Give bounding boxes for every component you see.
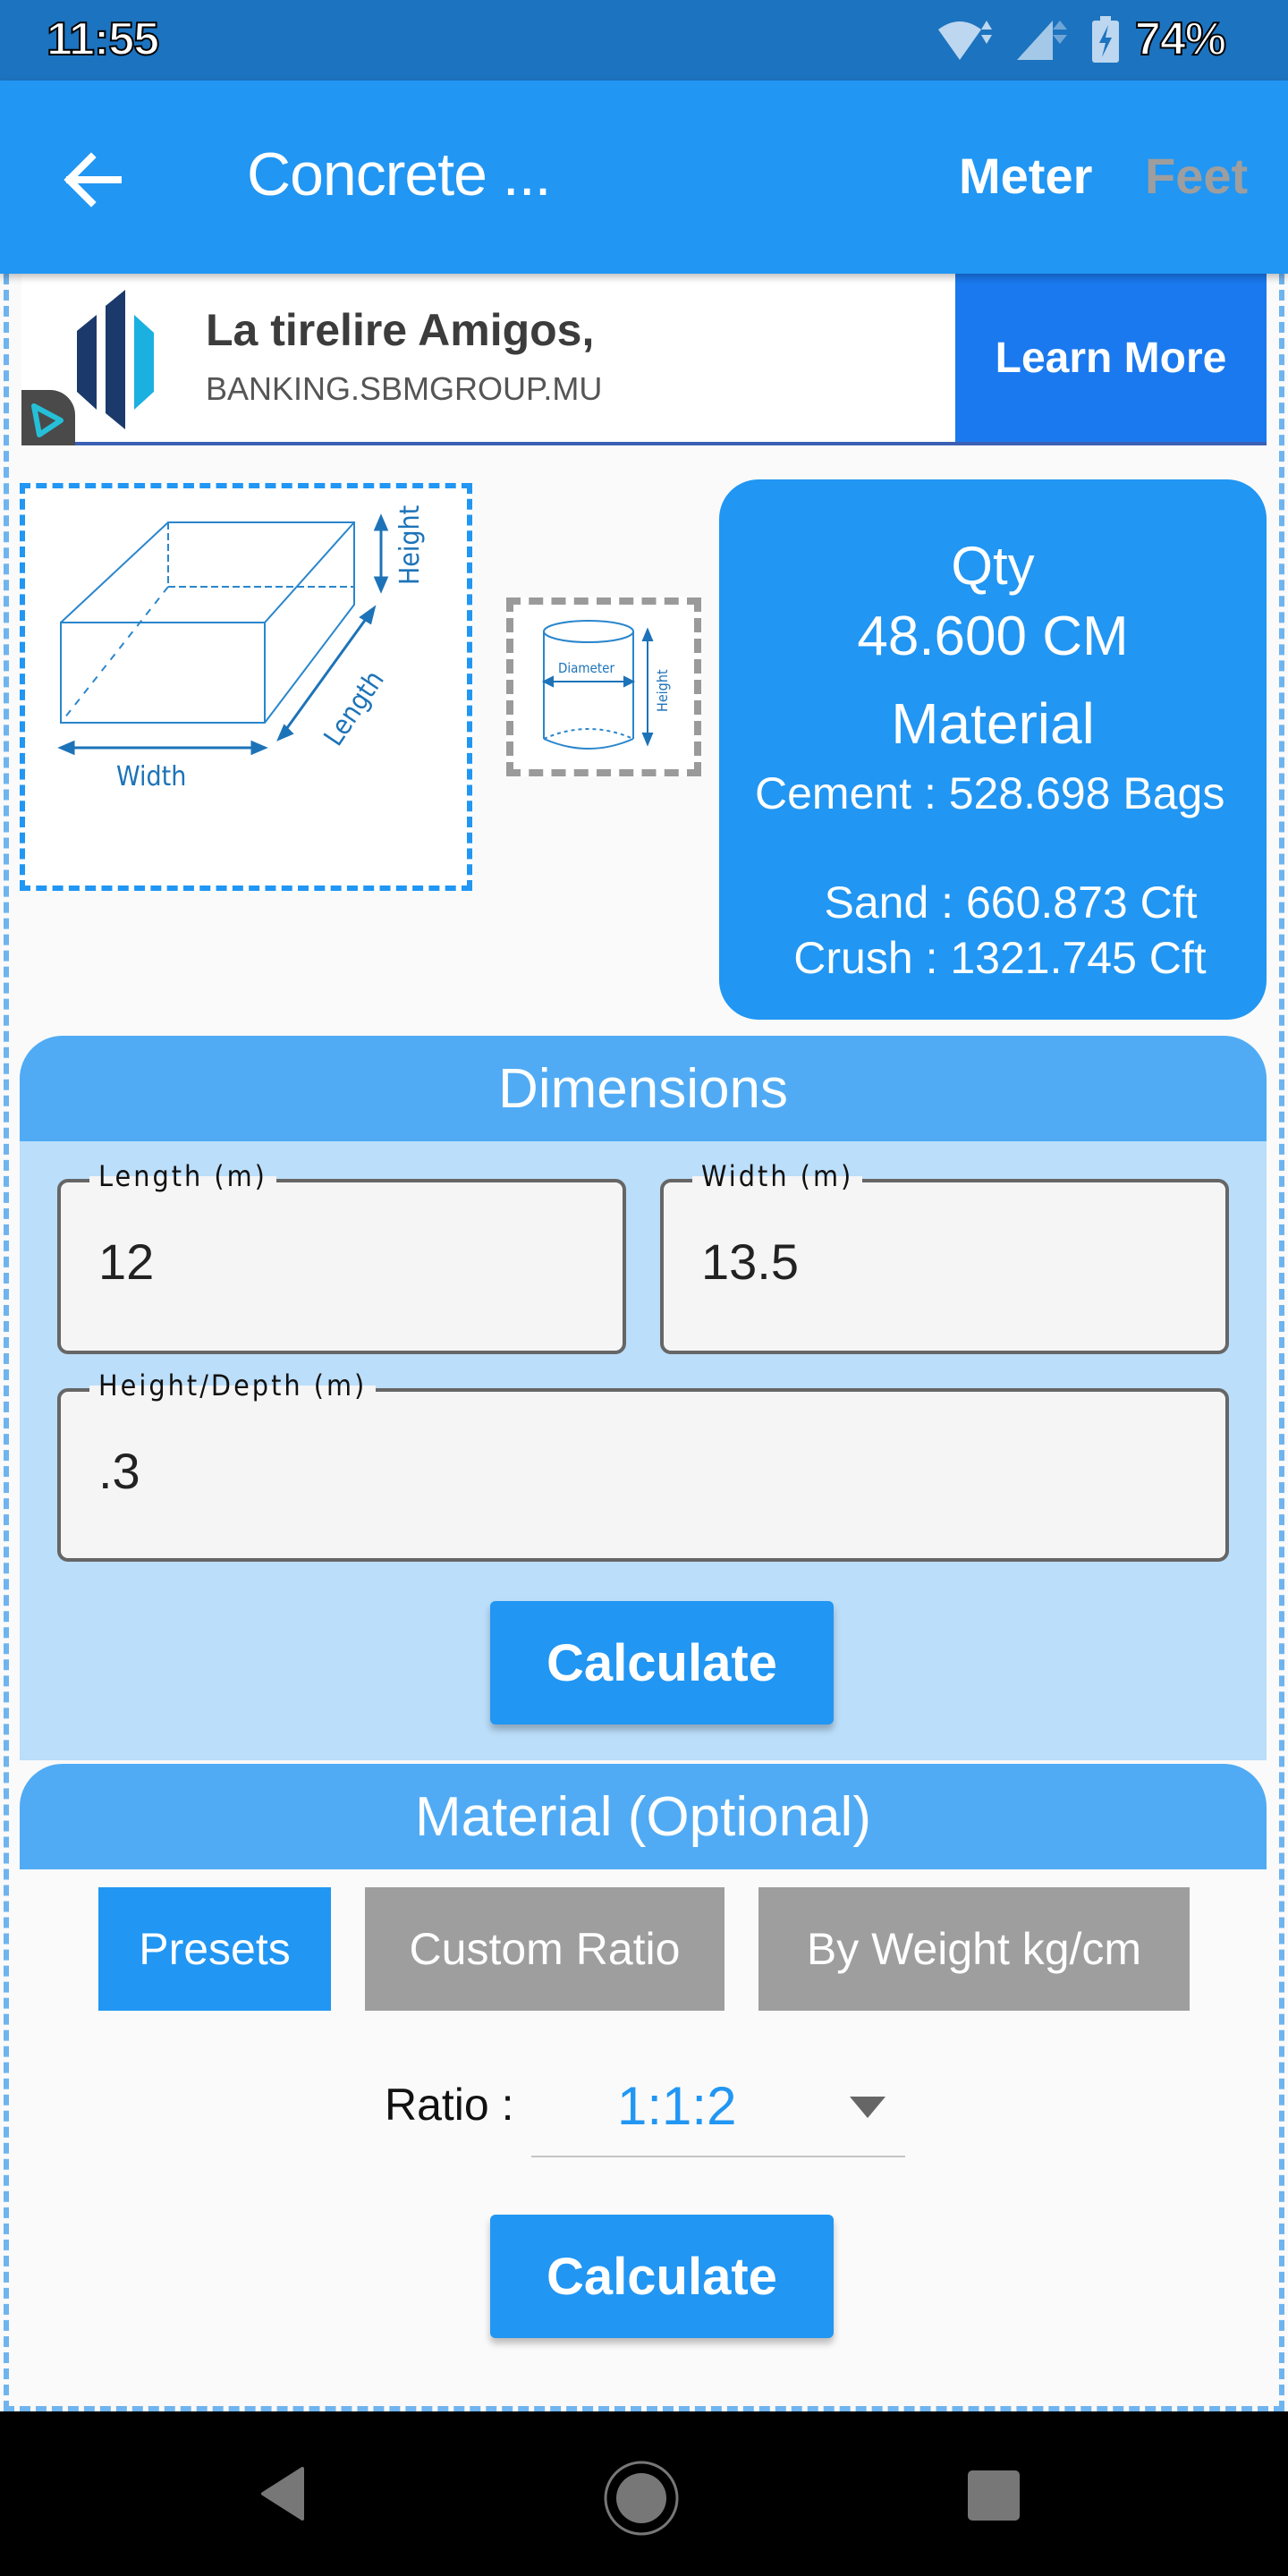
- sand-result: Sand : 660.873 Cft: [824, 877, 1198, 928]
- battery-percent: 74%: [1134, 13, 1227, 66]
- length-input[interactable]: [98, 1233, 548, 1291]
- width-input[interactable]: [701, 1233, 1151, 1291]
- material-section: Material (Optional) Presets Custom Ratio…: [20, 1764, 1267, 2399]
- length-field[interactable]: Length (m): [57, 1159, 626, 1354]
- status-icons: 74%: [935, 13, 1227, 66]
- chevron-down-icon: [850, 2097, 886, 2118]
- wifi-icon: [937, 21, 992, 60]
- material-calculate-button[interactable]: Calculate: [490, 2215, 834, 2338]
- nav-back-button[interactable]: [256, 2465, 309, 2527]
- app-title: Concrete ...: [247, 140, 551, 208]
- ad-url: BANKING.SBMGROUP.MU: [206, 370, 603, 407]
- height-depth-field-label: Height/Depth (m): [89, 1368, 377, 1402]
- ad-title: La tirelire Amigos,: [206, 305, 595, 355]
- ad-learn-more-button[interactable]: Learn More: [955, 274, 1267, 442]
- app-bar: Concrete ... Meter Feet: [0, 80, 1288, 274]
- width-field-label: Width (m): [692, 1159, 863, 1193]
- height-depth-field[interactable]: Height/Depth (m): [57, 1368, 1229, 1562]
- ad-choices-badge[interactable]: [21, 390, 75, 445]
- shape-cylindrical[interactable]: Diameter Height: [506, 597, 701, 776]
- battery-charging-icon: [1091, 16, 1119, 63]
- qty-label: Qty: [951, 536, 1035, 596]
- crush-result: Crush : 1321.745 Cft: [793, 933, 1207, 983]
- nav-home-icon: [604, 2461, 679, 2536]
- tab-presets[interactable]: Presets: [98, 1887, 331, 2011]
- status-time: 11:55: [46, 13, 160, 66]
- dimensions-calculate-button[interactable]: Calculate: [490, 1601, 834, 1724]
- height-depth-input[interactable]: [98, 1442, 1030, 1500]
- qty-value: 48.600 CM: [857, 606, 1129, 667]
- status-bar: 11:55 74%: [0, 0, 1288, 80]
- material-label: Material: [891, 691, 1095, 756]
- nav-recents-icon: [968, 2470, 1020, 2521]
- width-label: Width: [116, 761, 186, 792]
- ratio-value: 1:1:2: [617, 2076, 737, 2136]
- length-field-label: Length (m): [89, 1159, 276, 1193]
- cuboid-diagram-icon: Width Height Length: [57, 505, 426, 792]
- nav-home-button[interactable]: [601, 2458, 682, 2543]
- diameter-label: Diameter: [558, 660, 614, 676]
- nav-recents-button[interactable]: [966, 2469, 1021, 2527]
- unit-toggle-meter[interactable]: Meter: [959, 147, 1092, 205]
- cylinder-height-label: Height: [654, 669, 671, 712]
- material-title: Material (Optional): [20, 1764, 1267, 1869]
- ratio-label: Ratio :: [385, 2080, 514, 2130]
- cylinder-diagram-icon: Diameter Height: [541, 620, 671, 750]
- tab-custom-ratio[interactable]: Custom Ratio: [365, 1887, 724, 2011]
- shape-rectangular[interactable]: Width Height Length: [20, 483, 472, 891]
- dimensions-section: Dimensions Length (m) Width (m) Height/D…: [20, 1036, 1267, 1760]
- dimensions-title: Dimensions: [20, 1036, 1267, 1141]
- nav-back-icon: [261, 2467, 304, 2521]
- system-nav-bar: [0, 2411, 1288, 2576]
- ratio-dropdown[interactable]: 1:1:2: [531, 2052, 905, 2157]
- height-label: Height: [394, 505, 426, 585]
- cement-result: Cement : 528.698 Bags: [755, 768, 1225, 818]
- ad-banner[interactable]: La tirelire Amigos, BANKING.SBMGROUP.MU …: [21, 274, 1267, 445]
- results-card: Qty 48.600 CM Material Cement : 528.698 …: [719, 479, 1267, 1020]
- ad-play-icon: [31, 403, 64, 437]
- length-label: Length: [318, 665, 391, 752]
- tab-by-weight[interactable]: By Weight kg/cm: [758, 1887, 1190, 2011]
- width-field[interactable]: Width (m): [660, 1159, 1229, 1354]
- arrow-back-icon: [64, 152, 122, 208]
- unit-toggle-feet[interactable]: Feet: [1145, 147, 1248, 205]
- cell-signal-icon: [1016, 21, 1067, 60]
- back-button[interactable]: [55, 140, 136, 220]
